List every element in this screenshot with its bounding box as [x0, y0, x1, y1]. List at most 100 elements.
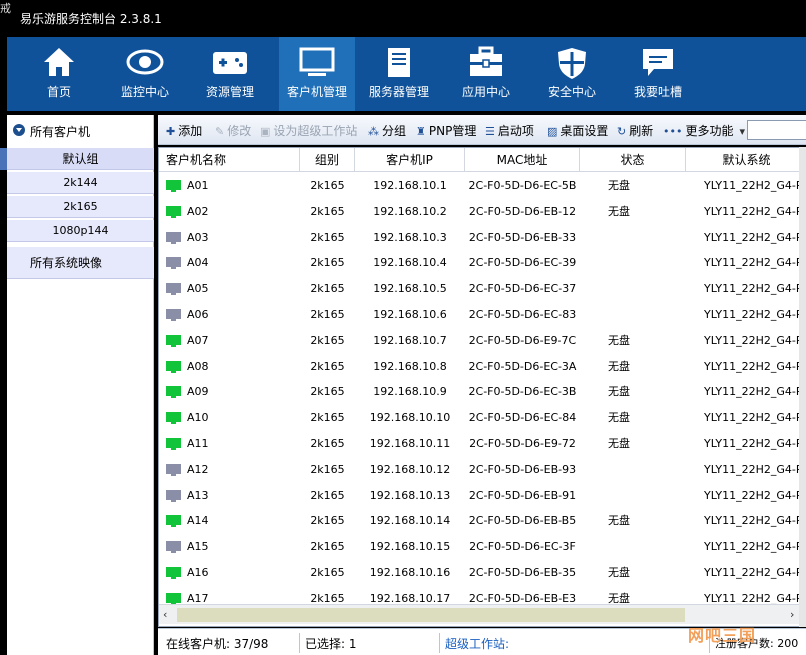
nav-home[interactable]: 首页: [21, 37, 97, 111]
home-icon: [44, 48, 74, 76]
column-header-group[interactable]: 组别: [300, 148, 355, 172]
collapse-icon[interactable]: [13, 124, 25, 136]
table-row[interactable]: A03 2k165 192.168.10.3 2C-F0-5D-D6-EB-33 YLY…: [159, 225, 805, 251]
scroll-left-icon[interactable]: ‹: [163, 608, 167, 621]
table-row[interactable]: A10 2k165 192.168.10.10 2C-F0-5D-D6-EC-84 无盘…: [159, 405, 805, 431]
client-status: [580, 250, 686, 276]
more-label: 更多功能: [685, 124, 734, 138]
table-row[interactable]: A13 2k165 192.168.10.13 2C-F0-5D-D6-EB-91 YL…: [159, 483, 805, 509]
client-name: A09: [187, 385, 209, 399]
client-name: A02: [187, 204, 209, 218]
sidebar-all-system-images[interactable]: 所有系统映像: [7, 247, 154, 279]
client-status: [580, 276, 686, 302]
sidebar-group-1080p144[interactable]: 1080p144: [7, 220, 154, 242]
client-name: A01: [187, 179, 209, 192]
group-button[interactable]: ⁂ 分组: [368, 122, 406, 139]
client-name: A12: [187, 462, 209, 476]
column-header-mac[interactable]: MAC地址: [465, 148, 580, 172]
nav-feedback[interactable]: 我要吐槽: [620, 37, 696, 111]
table-row[interactable]: A08 2k165 192.168.10.8 2C-F0-5D-D6-EC-3A 无盘 Y…: [159, 354, 805, 380]
pnp-label: PNP管理: [428, 124, 477, 138]
client-mac: 2C-F0-5D-D6-EC-3B: [468, 385, 577, 399]
table-row[interactable]: A15 2k165 192.168.10.15 2C-F0-5D-D6-EC-3F YL…: [159, 534, 805, 560]
client-name: A03: [187, 230, 209, 244]
client-default-system: YLY11_22H2_G4-RZX: [704, 179, 805, 192]
online-clients-count: 在线客户机: 37/98: [166, 637, 269, 651]
scrollbar-thumb[interactable]: [177, 608, 685, 622]
client-status: 无盘: [608, 359, 630, 373]
client-default-system: YLY11_22H2_G4-RZX: [704, 514, 805, 528]
more-icon: •••: [663, 125, 683, 138]
add-label: 添加: [178, 124, 203, 138]
client-ip: 192.168.10.7: [373, 333, 447, 347]
toolbox-icon: [470, 46, 502, 76]
table-row[interactable]: A02 2k165 192.168.10.2 2C-F0-5D-D6-EB-12 无盘 Y…: [159, 199, 805, 225]
column-header-default-system[interactable]: 默认系统: [686, 148, 805, 172]
client-group: 2k165: [310, 488, 345, 502]
nav-app-center[interactable]: 应用中心: [448, 37, 524, 111]
client-status: 无盘: [608, 179, 630, 192]
client-mac: 2C-F0-5D-D6-E9-72: [469, 437, 576, 450]
nav-resource[interactable]: 资源管理: [192, 37, 268, 111]
workstation-icon: ▣: [260, 125, 271, 138]
client-group: 2k165: [310, 411, 345, 425]
sidebar-group-2k144[interactable]: 2k144: [7, 172, 154, 194]
boot-button[interactable]: ☰ 启动项: [485, 122, 534, 139]
client-ip: 192.168.10.8: [373, 359, 447, 373]
table-row[interactable]: A11 2k165 192.168.10.11 2C-F0-5D-D6-E9-72 无盘…: [159, 431, 805, 457]
set-super-workstation-button[interactable]: ▣ 设为超级工作站: [260, 122, 357, 139]
table-row[interactable]: A07 2k165 192.168.10.7 2C-F0-5D-D6-E9-7C 无盘 Y…: [159, 328, 805, 354]
column-header-name[interactable]: 客户机名称: [159, 148, 300, 172]
desktop-label: 桌面设置: [560, 124, 609, 138]
table-row[interactable]: A09 2k165 192.168.10.9 2C-F0-5D-D6-EC-3B 无盘 Y…: [159, 379, 805, 405]
vertical-scrollbar[interactable]: [799, 147, 806, 627]
selected-count: 已选择: 1: [305, 637, 357, 651]
nav-monitor-center[interactable]: 监控中心: [107, 37, 183, 111]
add-button[interactable]: ✚ 添加: [166, 122, 202, 139]
sidebar-group-default[interactable]: 默认组: [7, 148, 154, 170]
edit-label: 修改: [227, 124, 252, 138]
table-row[interactable]: A05 2k165 192.168.10.5 2C-F0-5D-D6-EC-37 YLY…: [159, 276, 805, 302]
super-workstation-link[interactable]: 超级工作站:: [445, 635, 509, 652]
edit-button[interactable]: ✎ 修改: [215, 122, 251, 139]
table-row[interactable]: A16 2k165 192.168.10.16 2C-F0-5D-D6-EB-35 无盘…: [159, 560, 805, 586]
nav-label: 服务器管理: [368, 85, 429, 99]
client-mac: 2C-F0-5D-D6-EC-39: [468, 256, 577, 270]
refresh-icon: ↻: [617, 125, 627, 138]
sidebar-root-all-clients[interactable]: 所有客户机: [7, 118, 154, 144]
column-header-ip[interactable]: 客户机IP: [355, 148, 465, 172]
pnp-button[interactable]: ♜ PNP管理: [416, 122, 476, 139]
client-status: [580, 457, 686, 483]
nav-client-management[interactable]: 客户机管理: [279, 37, 355, 111]
client-ip: 192.168.10.12: [369, 462, 451, 476]
table-row[interactable]: A04 2k165 192.168.10.4 2C-F0-5D-D6-EC-39 YLY…: [159, 250, 805, 276]
monitor-icon: [166, 438, 181, 450]
column-header-status[interactable]: 状态: [580, 148, 686, 172]
table-row[interactable]: A06 2k165 192.168.10.6 2C-F0-5D-D6-EC-83 YLY…: [159, 302, 805, 328]
client-status: [580, 302, 686, 328]
nav-label: 监控中心: [120, 85, 169, 99]
table-row[interactable]: A12 2k165 192.168.10.12 2C-F0-5D-D6-EB-93 YL…: [159, 457, 805, 483]
table-row[interactable]: A14 2k165 192.168.10.14 2C-F0-5D-D6-EB-B5 无盘…: [159, 508, 805, 534]
scroll-right-icon[interactable]: ›: [790, 608, 794, 621]
desktop-settings-button[interactable]: ▨ 桌面设置: [547, 122, 608, 139]
nav-security-center[interactable]: 安全中心: [534, 37, 610, 111]
horizontal-scrollbar[interactable]: ‹ ›: [159, 604, 805, 624]
sidebar: 所有客户机 默认组 2k144 2k165 1080p144 所有系统映像: [7, 115, 154, 655]
client-ip: 192.168.10.16: [369, 566, 451, 579]
sidebar-group-2k165[interactable]: 2k165: [7, 196, 154, 218]
monitor-icon: [166, 515, 181, 528]
client-group: 2k165: [310, 566, 345, 579]
client-name: A08: [187, 359, 209, 373]
client-mac: 2C-F0-5D-D6-EC-84: [468, 411, 577, 425]
client-mac: 2C-F0-5D-D6-EB-33: [468, 230, 577, 244]
table-row[interactable]: A01 2k165 192.168.10.1 2C-F0-5D-D6-EC-5B 无盘 Y…: [159, 173, 805, 199]
more-functions-button[interactable]: ••• 更多功能 ▾: [663, 122, 748, 139]
client-mac: 2C-F0-5D-D6-EB-93: [468, 462, 577, 476]
refresh-button[interactable]: ↻ 刷新: [617, 122, 653, 139]
search-input[interactable]: [747, 120, 806, 140]
monitor-icon: [166, 205, 181, 218]
nav-server-management[interactable]: 服务器管理: [361, 37, 437, 111]
group-icon: ⁂: [368, 125, 379, 138]
top-nav: 首页 监控中心 资源管理 客户机管理 服务器管理 应用中心 安全中心 我要吐槽: [7, 37, 806, 111]
